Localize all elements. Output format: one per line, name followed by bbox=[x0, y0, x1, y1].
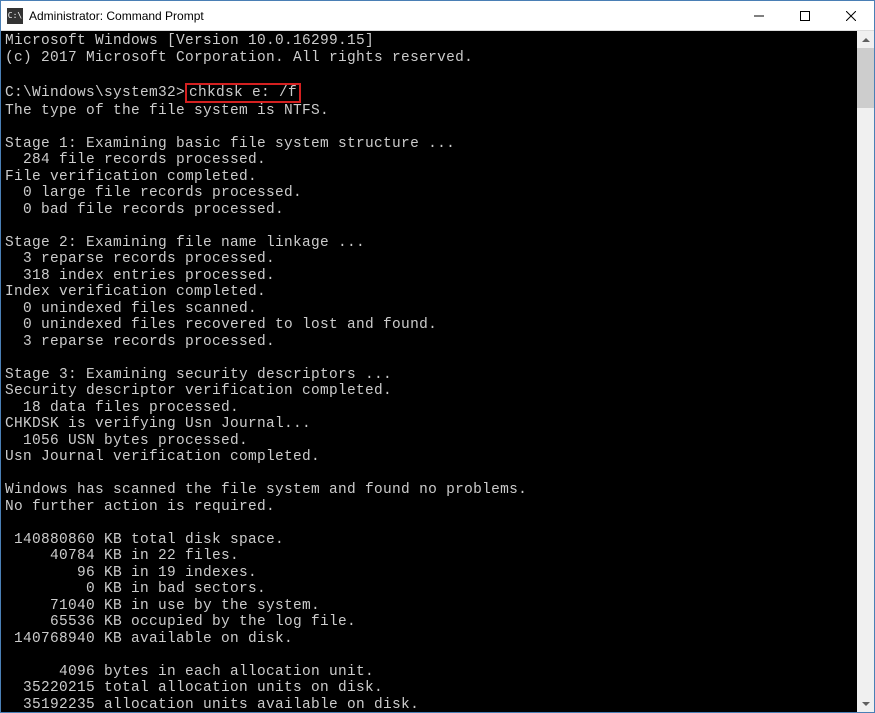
stat-avail: 140768940 KB available on disk. bbox=[5, 631, 293, 647]
cmd-icon: C:\ bbox=[7, 8, 23, 24]
window-controls bbox=[736, 1, 874, 30]
scrollbar-thumb[interactable] bbox=[857, 48, 874, 108]
stage1-records: 284 file records processed. bbox=[5, 152, 266, 168]
chevron-down-icon bbox=[862, 702, 870, 706]
stat-indexes: 96 KB in 19 indexes. bbox=[5, 565, 257, 581]
maximize-icon bbox=[800, 11, 810, 21]
stat-files: 40784 KB in 22 files. bbox=[5, 548, 239, 564]
stage1-fileverif: File verification completed. bbox=[5, 169, 257, 185]
stage3-usnbytes: 1056 USN bytes processed. bbox=[5, 433, 248, 449]
window-title: Administrator: Command Prompt bbox=[29, 9, 736, 23]
stat-totalunits: 35220215 total allocation units on disk. bbox=[5, 680, 383, 696]
terminal-container: Microsoft Windows [Version 10.0.16299.15… bbox=[1, 31, 874, 712]
minimize-button[interactable] bbox=[736, 1, 782, 30]
stage2-unindexed-rec: 0 unindexed files recovered to lost and … bbox=[5, 317, 437, 333]
version-line: Microsoft Windows [Version 10.0.16299.15… bbox=[5, 33, 374, 49]
stage3-secverif: Security descriptor verification complet… bbox=[5, 383, 392, 399]
result-line1: Windows has scanned the file system and … bbox=[5, 482, 527, 498]
stage3-datafiles: 18 data files processed. bbox=[5, 400, 239, 416]
stage3-usnverif: Usn Journal verification completed. bbox=[5, 449, 320, 465]
chevron-up-icon bbox=[862, 38, 870, 42]
stat-badsect: 0 KB in bad sectors. bbox=[5, 581, 266, 597]
vertical-scrollbar[interactable] bbox=[857, 31, 874, 712]
stage2-index: 318 index entries processed. bbox=[5, 268, 275, 284]
stage1-large: 0 large file records processed. bbox=[5, 185, 302, 201]
stage1-bad: 0 bad file records processed. bbox=[5, 202, 284, 218]
prompt-text: C:\Windows\system32> bbox=[5, 85, 185, 101]
stat-total: 140880860 KB total disk space. bbox=[5, 532, 284, 548]
result-line2: No further action is required. bbox=[5, 499, 275, 515]
scrollbar-track[interactable] bbox=[857, 48, 874, 695]
terminal-output[interactable]: Microsoft Windows [Version 10.0.16299.15… bbox=[1, 31, 857, 712]
stage3-title: Stage 3: Examining security descriptors … bbox=[5, 367, 392, 383]
fs-type-line: The type of the file system is NTFS. bbox=[5, 103, 329, 119]
close-button[interactable] bbox=[828, 1, 874, 30]
maximize-button[interactable] bbox=[782, 1, 828, 30]
minimize-icon bbox=[754, 11, 764, 21]
scrollbar-down-arrow[interactable] bbox=[857, 695, 874, 712]
close-icon bbox=[846, 11, 856, 21]
stat-logfile: 65536 KB occupied by the log file. bbox=[5, 614, 356, 630]
stage2-reparse2: 3 reparse records processed. bbox=[5, 334, 275, 350]
scrollbar-up-arrow[interactable] bbox=[857, 31, 874, 48]
stage2-unindexed-scan: 0 unindexed files scanned. bbox=[5, 301, 257, 317]
stat-allocunit: 4096 bytes in each allocation unit. bbox=[5, 664, 374, 680]
copyright-line: (c) 2017 Microsoft Corporation. All righ… bbox=[5, 50, 473, 66]
stage2-indexverif: Index verification completed. bbox=[5, 284, 266, 300]
stage2-title: Stage 2: Examining file name linkage ... bbox=[5, 235, 365, 251]
stat-availunits: 35192235 allocation units available on d… bbox=[5, 697, 419, 713]
stage1-title: Stage 1: Examining basic file system str… bbox=[5, 136, 455, 152]
stage3-usn: CHKDSK is verifying Usn Journal... bbox=[5, 416, 311, 432]
command-highlight: chkdsk e: /f bbox=[185, 83, 301, 103]
stat-system: 71040 KB in use by the system. bbox=[5, 598, 320, 614]
stage2-reparse: 3 reparse records processed. bbox=[5, 251, 275, 267]
titlebar[interactable]: C:\ Administrator: Command Prompt bbox=[1, 1, 874, 31]
